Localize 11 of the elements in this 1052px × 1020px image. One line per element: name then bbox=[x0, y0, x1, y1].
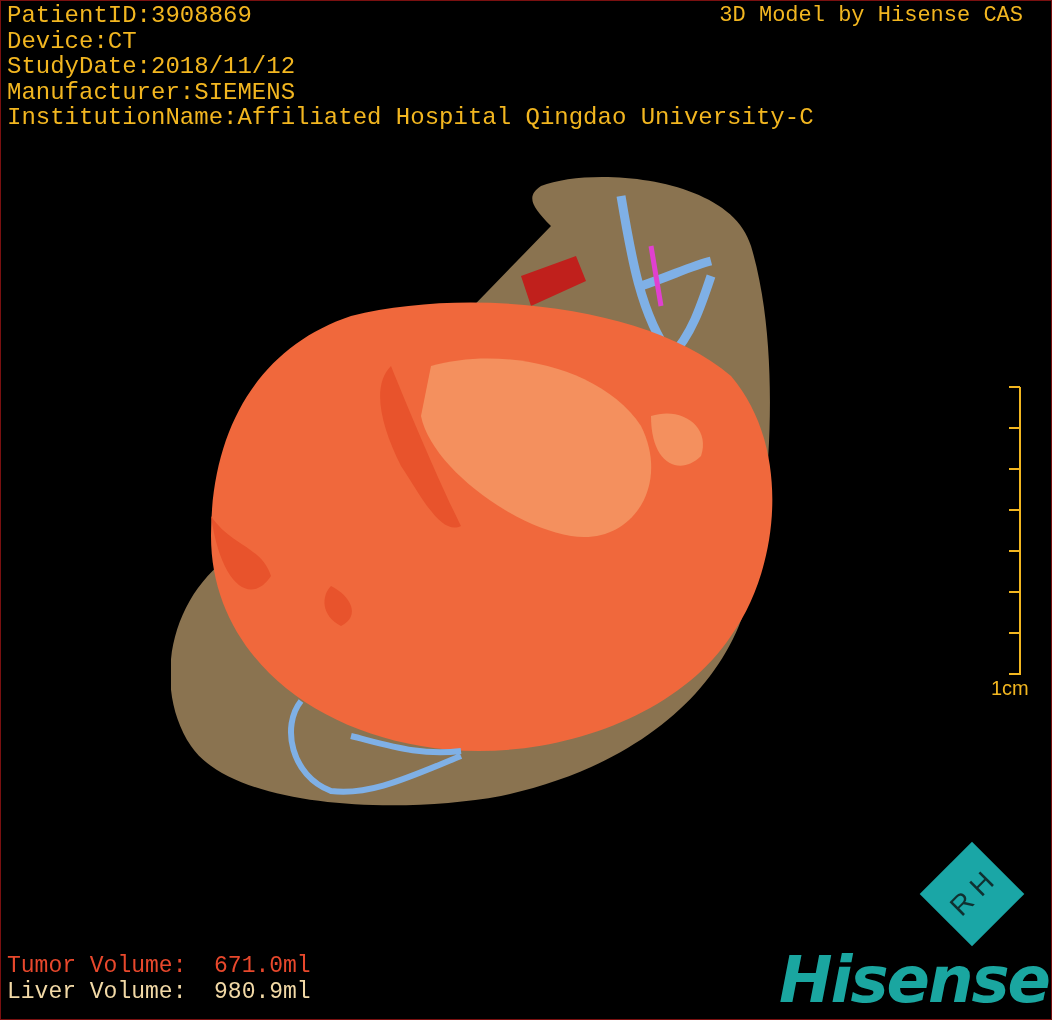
credit-text: 3D Model by Hisense CAS bbox=[719, 3, 1024, 29]
logo-wordmark: Hisense bbox=[778, 945, 1050, 1019]
scale-label: 1cm bbox=[991, 676, 1029, 700]
info-text: Device:CT bbox=[7, 28, 138, 54]
scale-bar-icon bbox=[1007, 386, 1022, 676]
volume-text: Tumor Volume: 671.0ml bbox=[7, 953, 311, 979]
info-text: InstitutionName:Affiliated Hospital Qingdao University-C bbox=[7, 105, 815, 131]
info-text: Manufacturer:SIEMENS bbox=[7, 79, 297, 105]
info-text: StudyDate:2018/11/12 bbox=[7, 54, 297, 80]
volume-text: Liver Volume: 980.9ml bbox=[7, 979, 311, 1005]
info-text: PatientID:3908869 bbox=[7, 3, 252, 29]
